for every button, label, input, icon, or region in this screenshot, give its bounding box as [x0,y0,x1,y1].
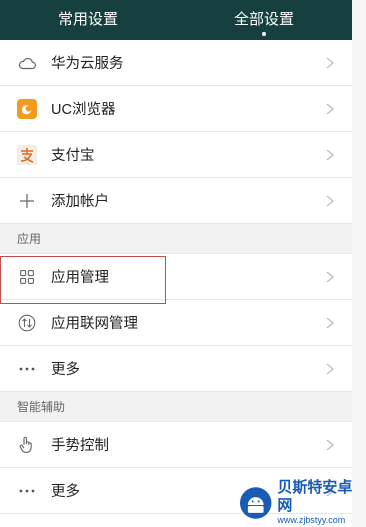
alipay-icon [17,144,37,165]
tab-common-settings[interactable]: 常用设置 [0,0,176,40]
watermark-url: www.zjbstyy.com [277,515,346,525]
chevron-right-icon [326,195,334,206]
tab-all-settings-label: 全部设置 [233,11,294,28]
more-icon [17,359,37,379]
row-app-network-management[interactable]: 应用联网管理 [0,300,352,346]
grid-icon [17,267,37,287]
row-label: UC浏览器 [51,102,116,118]
chevron-right-icon [326,57,334,68]
watermark-title: 贝斯特安卓网 [277,479,353,514]
network-icon [17,313,37,333]
uc-browser-icon [17,98,37,119]
settings-list: 华为云服务 UC浏览器 支付宝 添加帐户 应用 应用管理 应用联网管理 更多 智… [0,40,352,527]
row-label: 应用联网管理 [51,316,138,332]
watermark-text: 贝斯特安卓网 www.zjbstyy.com [277,479,366,526]
tab-all-settings[interactable]: 全部设置 [176,0,352,40]
row-label: 更多 [51,362,80,378]
row-uc-browser[interactable]: UC浏览器 [0,86,352,132]
site-watermark: 贝斯特安卓网 www.zjbstyy.com [230,478,366,527]
chevron-right-icon [326,439,334,450]
chevron-right-icon [326,317,334,328]
active-tab-indicator [262,32,266,36]
more-icon [17,481,37,501]
row-add-account[interactable]: 添加帐户 [0,178,352,224]
row-huawei-cloud[interactable]: 华为云服务 [0,40,352,86]
row-label: 应用管理 [51,270,109,286]
chevron-right-icon [326,271,334,282]
row-label: 支付宝 [51,148,95,164]
row-label: 添加帐户 [51,194,109,210]
plus-icon [17,191,37,211]
gesture-icon [17,435,37,455]
cloud-icon [17,53,37,73]
row-apps-more[interactable]: 更多 [0,346,352,392]
row-gesture-control[interactable]: 手势控制 [0,422,352,468]
row-app-management[interactable]: 应用管理 [0,254,352,300]
settings-header: 常用设置 全部设置 [0,0,352,40]
row-label: 手势控制 [51,438,109,454]
chevron-right-icon [326,103,334,114]
section-header-apps: 应用 [0,224,352,254]
row-alipay[interactable]: 支付宝 [0,132,352,178]
chevron-right-icon [326,149,334,160]
row-label: 华为云服务 [51,56,124,72]
chevron-right-icon [326,363,334,374]
section-header-smart-assist: 智能辅助 [0,392,352,422]
right-edge-margin [352,0,366,527]
tab-common-settings-label: 常用设置 [57,11,118,28]
android-logo-icon [239,486,272,519]
